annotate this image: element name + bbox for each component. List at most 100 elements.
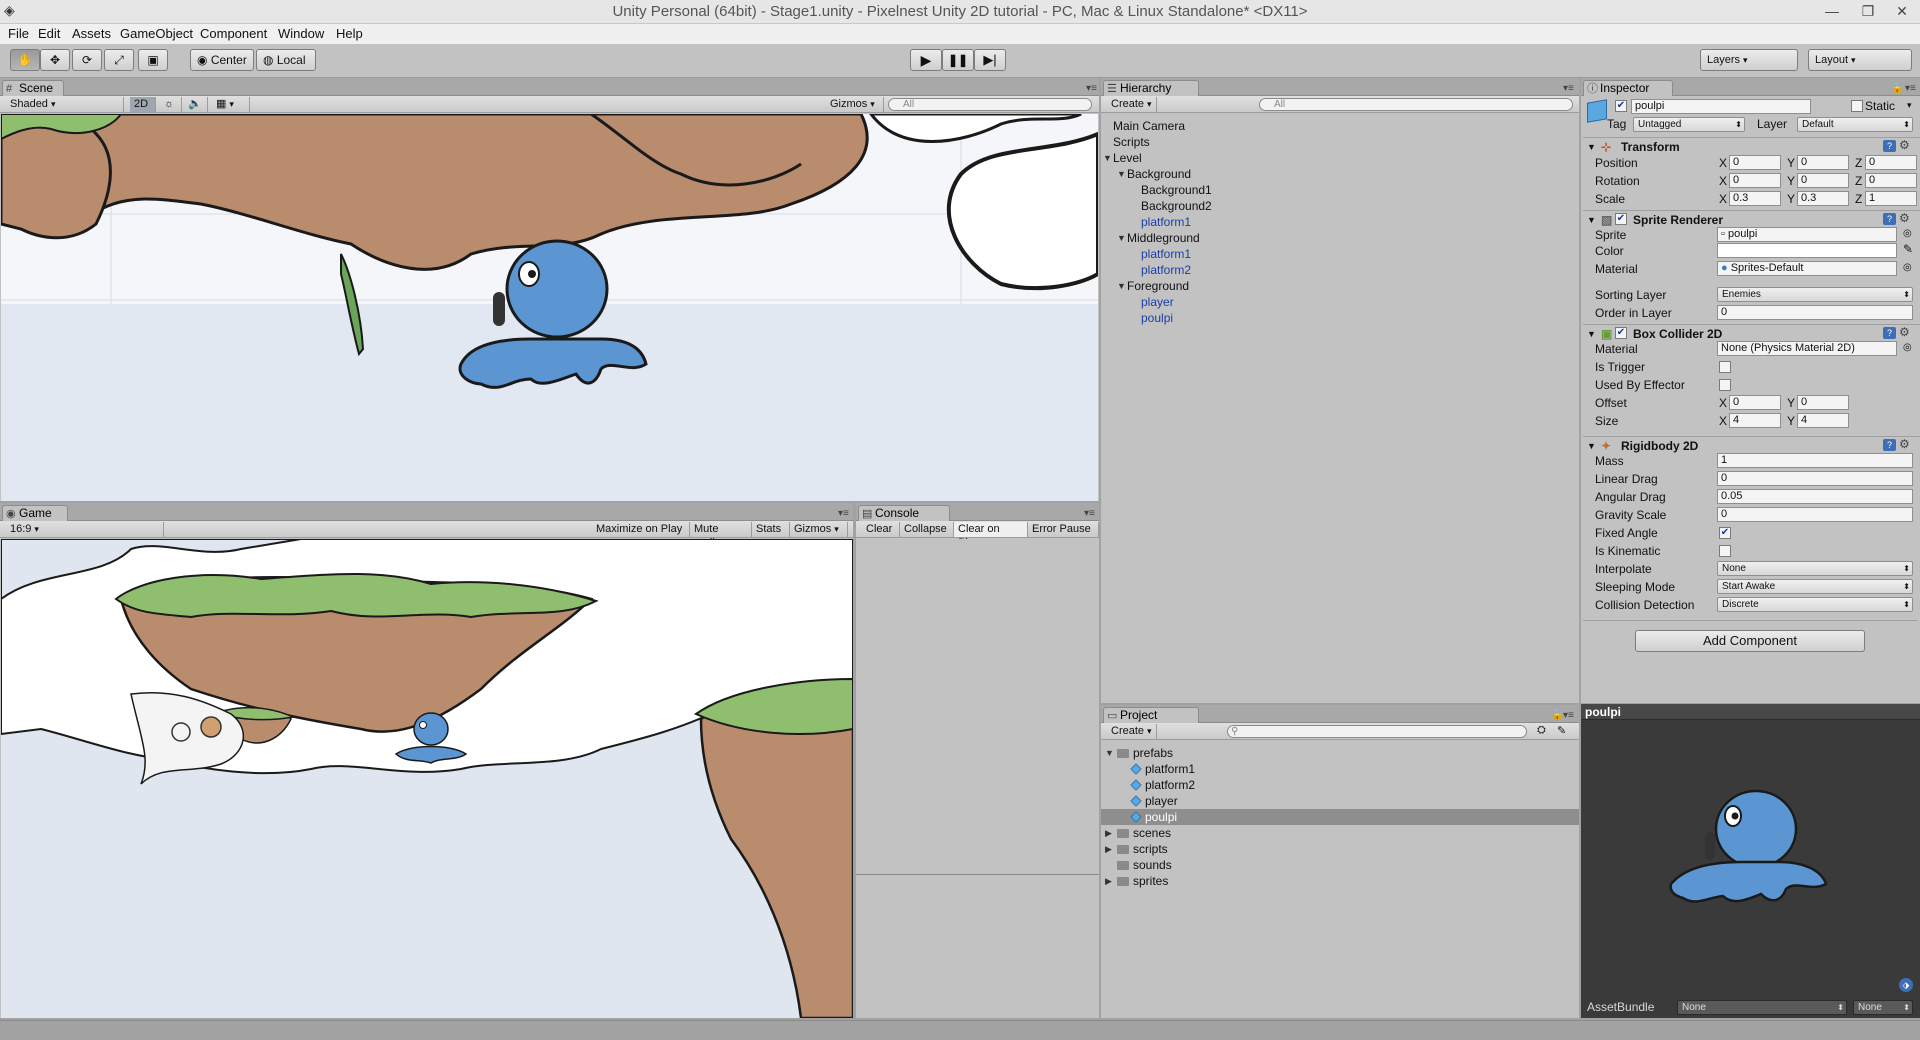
panel-menu-icon[interactable]: ▾≡ xyxy=(1086,83,1097,94)
expand-arrow-icon[interactable]: ▼ xyxy=(1117,230,1126,246)
2d-toggle[interactable]: 2D xyxy=(130,97,156,112)
expand-arrow-icon[interactable]: ▶ xyxy=(1105,825,1112,841)
interpolate-dropdown[interactable]: None xyxy=(1717,561,1913,576)
hierarchy-item[interactable]: platform1 xyxy=(1141,214,1191,230)
transform-header[interactable]: ▼ ⊹ Transform xyxy=(1583,137,1920,155)
aspect-dropdown[interactable]: 16:9 xyxy=(6,522,164,537)
transform-y-field[interactable]: 0 xyxy=(1797,155,1849,170)
static-checkbox[interactable] xyxy=(1851,100,1863,112)
scale-tool-button[interactable]: ⤢ xyxy=(104,49,134,71)
shading-dropdown[interactable]: Shaded xyxy=(6,97,124,112)
transform-x-field[interactable]: 0.3 xyxy=(1729,191,1781,206)
game-gizmos-dropdown[interactable]: Gizmos xyxy=(790,522,848,537)
sprite-field[interactable]: ▫ poulpi xyxy=(1717,227,1897,242)
gizmos-dropdown[interactable]: Gizmos xyxy=(826,97,884,112)
size-y-field[interactable]: 4 xyxy=(1797,413,1849,428)
assetbundle-dropdown[interactable]: None xyxy=(1677,1000,1847,1015)
effects-dropdown[interactable]: ▦ xyxy=(212,97,250,112)
panel-menu-icon[interactable]: ▾≡ xyxy=(1563,83,1574,94)
filter-type-icon[interactable]: ⛭ xyxy=(1537,724,1546,737)
project-search-input[interactable]: ⚲ xyxy=(1227,725,1527,738)
mass-field[interactable]: 1 xyxy=(1717,453,1913,468)
static-dropdown-arrow[interactable]: ▾ xyxy=(1907,100,1912,111)
hierarchy-item[interactable]: Scripts xyxy=(1113,134,1150,150)
hierarchy-item[interactable]: ▼ Level xyxy=(1103,150,1142,166)
menu-window[interactable]: Window xyxy=(278,26,324,41)
expand-arrow-icon[interactable]: ▼ xyxy=(1103,150,1112,166)
hierarchy-item[interactable]: platform1 xyxy=(1141,246,1191,262)
is-kinematic-checkbox[interactable] xyxy=(1719,545,1731,557)
gear-icon[interactable]: ⚙ xyxy=(1899,325,1910,339)
angular-drag-field[interactable]: 0.05 xyxy=(1717,489,1913,504)
active-checkbox[interactable]: ✔ xyxy=(1615,100,1627,112)
collapse-toggle[interactable]: Collapse xyxy=(900,522,954,537)
hierarchy-item[interactable]: Background2 xyxy=(1141,198,1212,214)
expand-arrow-icon[interactable]: ▼ xyxy=(1117,278,1126,294)
add-component-button[interactable]: Add Component xyxy=(1635,630,1865,652)
mute-audio-toggle[interactable]: Mute audio xyxy=(690,522,752,549)
tab-console[interactable]: ▤ Console xyxy=(858,505,950,521)
help-icon[interactable]: ? xyxy=(1883,140,1896,152)
pivot-local-button[interactable]: ◍ Local xyxy=(256,49,316,71)
transform-z-field[interactable]: 1 xyxy=(1865,191,1917,206)
gear-icon[interactable]: ⚙ xyxy=(1899,211,1910,225)
sprite-renderer-enabled-checkbox[interactable]: ✔ xyxy=(1615,213,1627,225)
lighting-toggle[interactable]: ☼ xyxy=(160,97,182,112)
assetbundle-tag-icon[interactable]: ⬗ xyxy=(1899,978,1913,992)
transform-y-field[interactable]: 0.3 xyxy=(1797,191,1849,206)
hierarchy-item[interactable]: ▼ Middleground xyxy=(1117,230,1200,246)
hand-tool-button[interactable]: ✋ xyxy=(10,49,40,71)
hierarchy-create-dropdown[interactable]: Create xyxy=(1107,97,1157,112)
size-x-field[interactable]: 4 xyxy=(1729,413,1781,428)
transform-z-field[interactable]: 0 xyxy=(1865,155,1917,170)
rigidbody-header[interactable]: ▼ ✦ Rigidbody 2D xyxy=(1583,436,1920,454)
physics-material-field[interactable]: None (Physics Material 2D) xyxy=(1717,341,1897,356)
menu-gameobject[interactable]: GameObject xyxy=(120,26,193,41)
transform-x-field[interactable]: 0 xyxy=(1729,173,1781,188)
project-item[interactable]: player xyxy=(1101,793,1579,809)
rect-tool-button[interactable]: ▣ xyxy=(138,49,168,71)
hierarchy-item[interactable]: ▼ Foreground xyxy=(1117,278,1189,294)
project-item[interactable]: ▶ scenes xyxy=(1101,825,1579,841)
layers-dropdown[interactable]: Layers xyxy=(1700,49,1798,71)
assetbundle-variant-dropdown[interactable]: None xyxy=(1853,1000,1913,1015)
transform-z-field[interactable]: 0 xyxy=(1865,173,1917,188)
play-button[interactable]: ▶ xyxy=(910,49,942,71)
gravity-scale-field[interactable]: 0 xyxy=(1717,507,1913,522)
scene-viewport[interactable] xyxy=(1,114,1098,501)
step-button[interactable]: ▶| xyxy=(974,49,1006,71)
hierarchy-item[interactable]: Main Camera xyxy=(1113,118,1185,134)
color-swatch[interactable] xyxy=(1717,243,1897,258)
object-picker-icon[interactable]: ◎ xyxy=(1903,342,1912,353)
is-trigger-checkbox[interactable] xyxy=(1719,361,1731,373)
tab-hierarchy[interactable]: ☰ Hierarchy xyxy=(1103,80,1199,96)
help-icon[interactable]: ? xyxy=(1883,327,1896,339)
hierarchy-item[interactable]: platform2 xyxy=(1141,262,1191,278)
tab-scene[interactable]: # Scene xyxy=(2,80,64,96)
console-log-area[interactable] xyxy=(856,539,1099,875)
used-by-effector-checkbox[interactable] xyxy=(1719,379,1731,391)
linear-drag-field[interactable]: 0 xyxy=(1717,471,1913,486)
layer-dropdown[interactable]: Default xyxy=(1797,117,1913,132)
hierarchy-search-input[interactable]: All xyxy=(1259,98,1573,111)
game-viewport[interactable] xyxy=(1,539,853,1018)
offset-x-field[interactable]: 0 xyxy=(1729,395,1781,410)
project-create-dropdown[interactable]: Create xyxy=(1107,724,1157,739)
tab-inspector[interactable]: ⓘ Inspector xyxy=(1583,80,1673,96)
transform-y-field[interactable]: 0 xyxy=(1797,173,1849,188)
stats-toggle[interactable]: Stats xyxy=(752,522,790,537)
expand-arrow-icon[interactable]: ▼ xyxy=(1117,166,1126,182)
clear-on-play-toggle[interactable]: Clear on Play xyxy=(954,522,1028,549)
box-collider-enabled-checkbox[interactable]: ✔ xyxy=(1615,327,1627,339)
filter-label-icon[interactable]: ✎ xyxy=(1557,724,1566,737)
move-tool-button[interactable]: ✥ xyxy=(40,49,70,71)
tab-game[interactable]: ◉ Game xyxy=(2,505,68,521)
lock-icon[interactable]: 🔒 xyxy=(1891,83,1903,94)
expand-arrow-icon[interactable]: ▶ xyxy=(1105,841,1112,857)
panel-menu-icon[interactable]: ▾≡ xyxy=(838,508,849,519)
panel-menu-icon[interactable]: ▾≡ xyxy=(1905,83,1916,94)
gear-icon[interactable]: ⚙ xyxy=(1899,437,1910,451)
menu-edit[interactable]: Edit xyxy=(38,26,60,41)
minimize-button[interactable]: — xyxy=(1814,0,1850,22)
sorting-layer-dropdown[interactable]: Enemies xyxy=(1717,287,1913,302)
